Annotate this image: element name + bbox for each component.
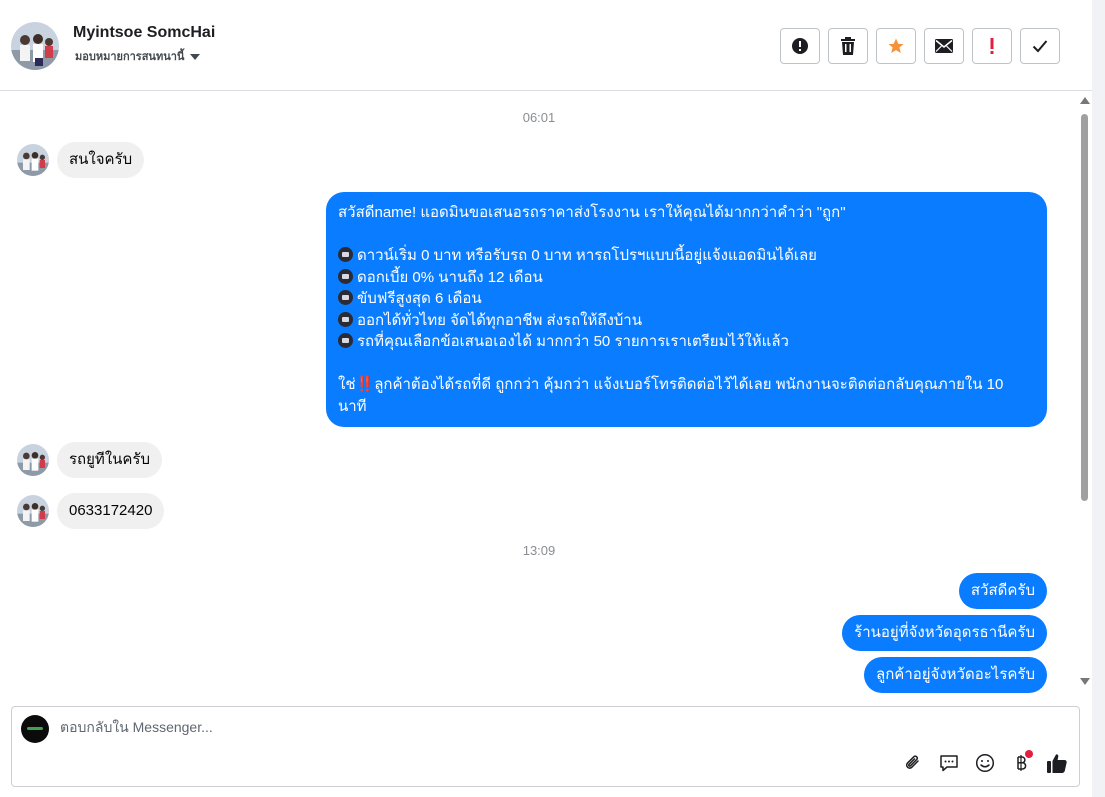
incoming-message-row: สนใจครับ: [17, 142, 145, 178]
mark-unread-button[interactable]: [924, 28, 964, 64]
outgoing-message[interactable]: ร้านอยู่ที่จังหวัดอุดรธานีครับ: [842, 615, 1047, 651]
envelope-icon: [935, 39, 953, 53]
outgoing-message[interactable]: ลูกค้าอยู่จังหวัดอะไรครับ: [864, 657, 1047, 693]
bullet-line: ขับฟรีสูงสุด 6 เดือน: [338, 288, 1035, 310]
composer-tools: [901, 750, 1069, 775]
scroll-up-arrow-icon[interactable]: [1080, 97, 1090, 104]
incoming-message-row: รถยูทีในครับ: [17, 442, 163, 478]
attach-button[interactable]: [901, 751, 925, 775]
bullet-text: ดอกเบี้ย 0% นานถึง 12 เดือน: [357, 268, 543, 286]
thumbs-up-icon: [1047, 754, 1067, 773]
robot-emoji-icon: [338, 333, 353, 348]
page-avatar: [21, 715, 49, 743]
timestamp: 06:01: [522, 110, 556, 125]
star-icon: [888, 38, 904, 54]
reply-input[interactable]: [60, 719, 1040, 735]
bullet-text: รถที่คุณเลือกข้อเสนอเองได้ มากกว่า 50 รา…: [357, 333, 789, 350]
message-line: สวัสดีname! แอดมินขอเสนอรถราคาส่งโรงงาน …: [338, 204, 846, 221]
robot-emoji-icon: [338, 311, 353, 327]
timestamp: 13:09: [522, 543, 556, 558]
bullet-text: ดาวน์เริ่ม 0 บาท หรือรับรถ 0 บาท หารถโปร…: [357, 247, 817, 264]
contact-name[interactable]: Myintsoe SomcHai: [73, 24, 215, 42]
robot-emoji-icon: [338, 247, 353, 262]
window-edge: [1092, 0, 1105, 797]
caret-down-icon: [190, 53, 201, 60]
bullet-text: ขับฟรีสูงสุด 6 เดือน: [357, 290, 482, 307]
sender-avatar[interactable]: [17, 444, 49, 476]
conversation-header: Myintsoe SomcHai มอบหมายการสนทนานี้: [0, 0, 1092, 91]
bullet-line: รถที่คุณเลือกข้อเสนอเองได้ มากกว่า 50 รา…: [338, 331, 1035, 353]
bullet-line: ออกได้ทั่วไทย จัดได้ทุกอาชีพ ส่งรถให้ถึง…: [338, 310, 1035, 332]
scroll-down-arrow-icon[interactable]: [1080, 678, 1090, 685]
incoming-message[interactable]: รถยูทีในครับ: [57, 442, 163, 478]
check-icon: [1032, 40, 1048, 53]
incoming-message[interactable]: สนใจครับ: [57, 142, 145, 178]
incoming-message[interactable]: 0633172420: [57, 493, 165, 529]
bullet-text: ออกได้ทั่วไทย จัดได้ทุกอาชีพ ส่งรถให้ถึง…: [357, 311, 642, 329]
assign-conversation-dropdown[interactable]: มอบหมายการสนทนานี้: [75, 47, 201, 65]
message-composer: [11, 706, 1080, 787]
alert-circle-icon: [792, 38, 808, 54]
closing-prefix: ใช่: [338, 376, 356, 393]
mark-done-button[interactable]: [1020, 28, 1060, 64]
smiley-icon: [975, 753, 995, 773]
chat-bubble-icon: [940, 755, 958, 772]
outgoing-message[interactable]: สวัสดีname! แอดมินขอเสนอรถราคาส่งโรงงาน …: [326, 192, 1047, 427]
exclamation-icon: [990, 38, 994, 54]
delete-button[interactable]: [828, 28, 868, 64]
paperclip-icon: [905, 755, 919, 769]
payment-button[interactable]: [1009, 750, 1033, 775]
assign-label: มอบหมายการสนทนานี้: [75, 51, 185, 63]
trash-icon: [841, 37, 855, 55]
closing-text: ลูกค้าต้องได้รถที่ดี ถูกกว่า คุ้มกว่า แจ…: [338, 376, 1004, 415]
message-thread: 06:01 สนใจครับ สวัสดีname! แอดมินขอเสนอร…: [0, 92, 1078, 696]
robot-emoji-icon: [338, 268, 353, 284]
mark-spam-button[interactable]: [780, 28, 820, 64]
message-line: ใช่‼️ลูกค้าต้องได้รถที่ดี ถูกกว่า คุ้มกว…: [338, 374, 1035, 417]
emoji-button[interactable]: [973, 751, 997, 775]
sender-avatar[interactable]: [17, 144, 49, 176]
follow-up-button[interactable]: [972, 28, 1012, 64]
sender-avatar[interactable]: [17, 495, 49, 527]
send-like-button[interactable]: [1045, 751, 1069, 775]
star-button[interactable]: [876, 28, 916, 64]
bullet-line: ดอกเบี้ย 0% นานถึง 12 เดือน: [338, 267, 1035, 289]
bullet-line: ดาวน์เริ่ม 0 บาท หรือรับรถ 0 บาท หารถโปร…: [338, 245, 1035, 267]
saved-replies-button[interactable]: [937, 751, 961, 775]
conversation-actions: [780, 28, 1060, 64]
scrollbar-thumb[interactable]: [1081, 114, 1088, 501]
outgoing-message[interactable]: สวัสดีครับ: [958, 573, 1047, 609]
notification-dot: [1025, 750, 1033, 758]
contact-avatar[interactable]: [11, 22, 59, 70]
double-exclamation-icon: ‼️: [355, 376, 375, 393]
incoming-message-row: 0633172420: [17, 493, 165, 529]
robot-emoji-icon: [338, 290, 353, 305]
